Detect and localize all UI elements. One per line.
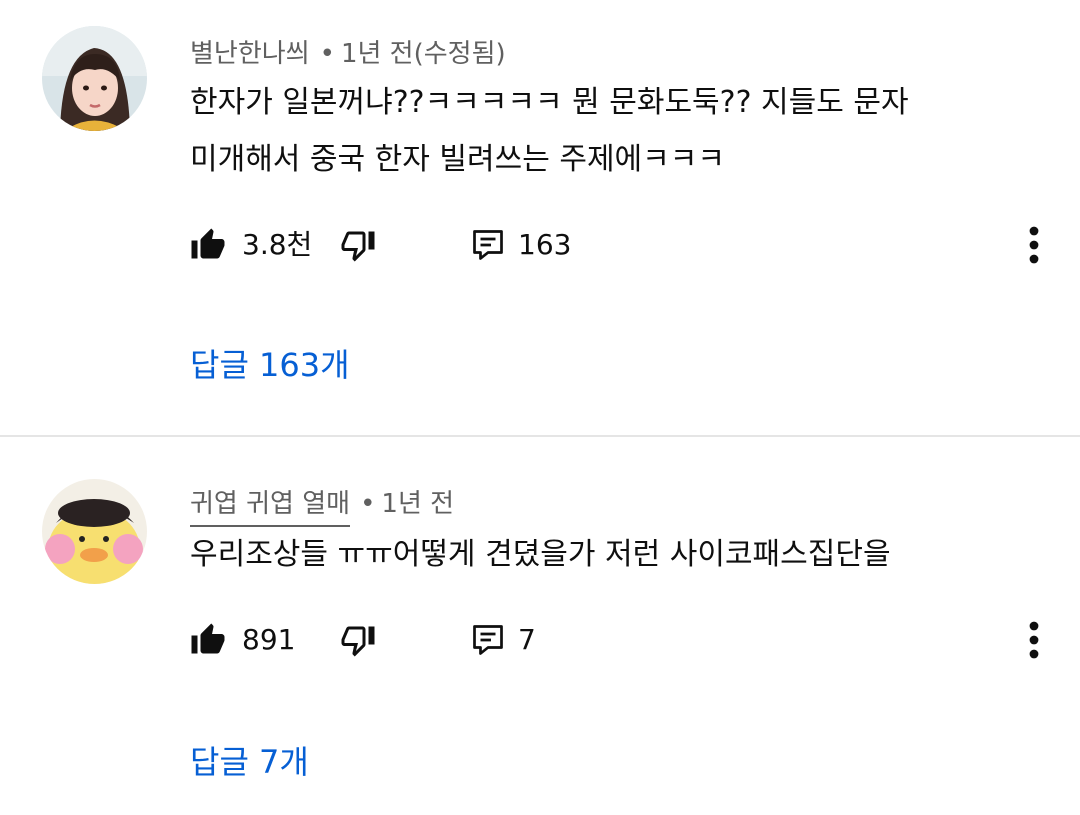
thumbs-down-outline-icon (341, 626, 375, 657)
reply-button[interactable] (470, 622, 506, 658)
reply-count: 7 (518, 623, 536, 656)
separator-dot: • (360, 489, 376, 519)
thumbs-up-filled-icon (191, 623, 225, 654)
author-name[interactable]: 귀엽 귀엽 열매 (190, 489, 351, 527)
comment-text: 한자가 일본꺼냐??ㅋㅋㅋㅋㅋ 뭔 문화도둑?? 지들도 문자 미개해서 중국 … (190, 74, 1010, 188)
dislike-button[interactable] (340, 227, 376, 263)
comment-actions: 891 7 (190, 615, 1050, 665)
comment-text-line: 미개해서 중국 한자 빌려쓰는 주제에ㅋㅋㅋ (190, 142, 725, 177)
comment-icon (473, 230, 503, 260)
comment-time: 1년 전(수정됨) (340, 39, 506, 69)
thumbs-down-outline-icon (341, 231, 375, 262)
comment-actions: 3.8천 163 (190, 220, 1050, 270)
more-actions-button[interactable] (1028, 225, 1040, 265)
comment-meta: 별난한나씌 • 1년 전(수정됨) (190, 33, 506, 70)
author-avatar[interactable] (42, 26, 147, 131)
author-name[interactable]: 별난한나씌 (190, 39, 310, 69)
comment-text-line: 한자가 일본꺼냐??ㅋㅋㅋㅋㅋ 뭔 문화도둑?? 지들도 문자 (190, 85, 909, 120)
reply-count: 163 (518, 228, 572, 261)
like-button[interactable] (190, 622, 226, 658)
comment-meta: 귀엽 귀엽 열매 • 1년 전 (190, 483, 455, 527)
comment-icon (473, 625, 503, 655)
comment-time: 1년 전 (381, 489, 455, 519)
comment-2: 귀엽 귀엽 열매 • 1년 전 우리조상들 ㅠㅠ어떻게 견뎠을가 저런 사이코패스집… (0, 437, 1080, 815)
dislike-button[interactable] (340, 622, 376, 658)
view-replies-link[interactable]: 답글 7개 (190, 737, 309, 783)
separator-dot: • (319, 39, 335, 69)
like-count: 891 (242, 623, 296, 656)
thumbs-up-filled-icon (191, 228, 225, 259)
vertical-ellipsis-icon (1029, 621, 1039, 659)
yellow-duck-plush-icon (42, 479, 147, 584)
comment-1: 별난한나씌 • 1년 전(수정됨) 한자가 일본꺼냐??ㅋㅋㅋㅋㅋ 뭔 문화도둑??… (0, 0, 1080, 435)
author-avatar[interactable] (42, 479, 147, 584)
vertical-ellipsis-icon (1029, 226, 1039, 264)
reply-button[interactable] (470, 227, 506, 263)
comment-text: 우리조상들 ㅠㅠ어떻게 견뎠을가 저런 사이코패스집단을 (190, 526, 1010, 583)
comment-text-line: 우리조상들 ㅠㅠ어떻게 견뎠을가 저런 사이코패스집단을 (190, 537, 891, 572)
view-replies-link[interactable]: 답글 163개 (190, 340, 350, 386)
profile-photo-girl-icon (42, 26, 147, 131)
more-actions-button[interactable] (1028, 620, 1040, 660)
like-count: 3.8천 (242, 228, 313, 261)
like-button[interactable] (190, 227, 226, 263)
